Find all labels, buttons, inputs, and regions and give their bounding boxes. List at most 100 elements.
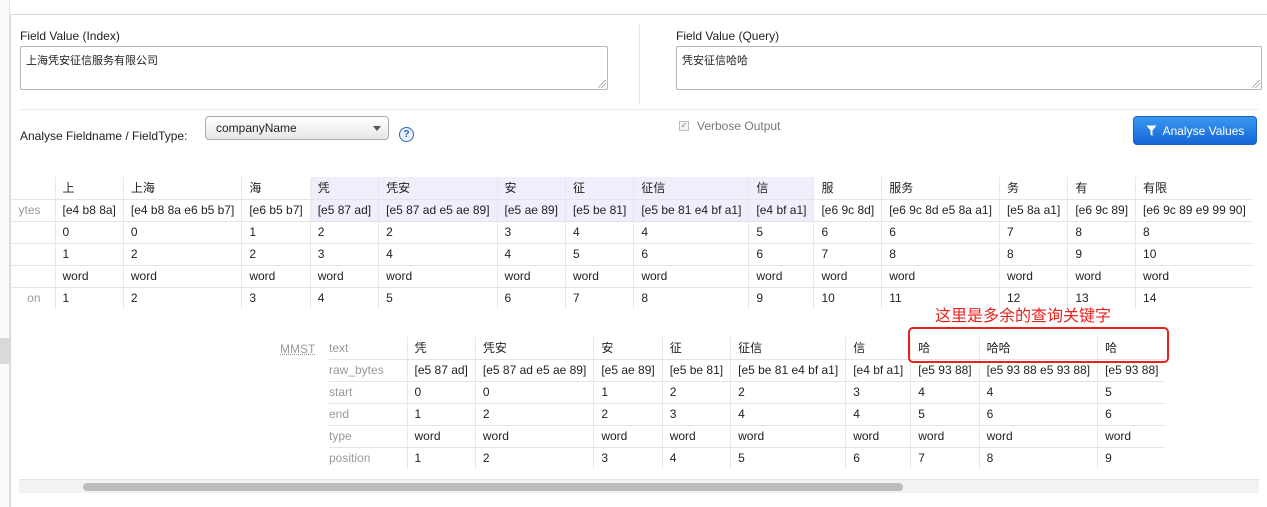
scrollbar-thumb[interactable] [83, 483, 903, 491]
query-cell-position: 4 [661, 447, 731, 469]
help-icon[interactable]: ? [399, 127, 414, 142]
verbose-checkbox[interactable]: ✓ [679, 121, 689, 131]
index-cell-start: 1 [241, 221, 311, 244]
index-cell-raw-bytes: [e4 b8 8a] [54, 199, 124, 222]
index-field-label: Field Value (Index) [20, 29, 120, 43]
column-divider [639, 25, 640, 105]
index-cell-start: 0 [54, 221, 124, 244]
index-cell-text: 海 [241, 177, 311, 200]
query-cell-raw-bytes: [e4 bf a1] [845, 359, 911, 382]
index-cell-position: 14 [1135, 287, 1253, 309]
index-cell-position: 1 [54, 287, 124, 309]
index-row-label [11, 265, 55, 288]
query-cell-text: 信 [845, 337, 911, 360]
index-cell-type: word [122, 265, 242, 288]
fieldtype-select[interactable]: companyName [205, 116, 389, 140]
index-cell-end: 3 [309, 243, 379, 266]
query-field-label: Field Value (Query) [676, 29, 780, 43]
index-row-label [11, 177, 55, 200]
index-row-end: 1 2 2 3 4 4 5 6 6 7 8 8 9 10 [11, 243, 1253, 266]
index-row-label: on [27, 291, 41, 306]
index-cell-text: 有 [1067, 177, 1136, 200]
index-cell-raw-bytes: [e5 be 81] [564, 199, 634, 222]
query-cell-position: 9 [1097, 447, 1166, 469]
query-cell-end: 2 [593, 403, 663, 426]
query-analyzer-name[interactable]: MMST [280, 342, 315, 356]
query-row-position: position 1 2 3 4 5 6 7 8 9 [329, 447, 1166, 469]
index-cell-end: 8 [881, 243, 1000, 266]
section-divider [19, 109, 1259, 110]
index-cell-raw-bytes: [e5 87 ad e5 ae 89] [378, 199, 498, 222]
fieldtype-selected-value: companyName [216, 121, 297, 135]
index-cell-start: 6 [813, 221, 882, 244]
query-cell-type: word [406, 425, 476, 448]
query-row-label: text [329, 337, 407, 360]
chevron-down-icon [373, 126, 381, 131]
query-cell-type: word [910, 425, 980, 448]
index-cell-raw-bytes: [e5 8a a1] [998, 199, 1068, 222]
query-cell-start: 0 [474, 381, 594, 404]
query-row-label: start [329, 381, 407, 404]
verbose-output-label: Verbose Output [697, 119, 781, 133]
index-cell-position: 8 [633, 287, 749, 309]
index-cell-text: 凭 [309, 177, 379, 200]
index-cell-position: 10 [813, 287, 882, 309]
query-value-textarea[interactable]: 凭安征信哈哈 [676, 46, 1262, 90]
query-cell-position: 8 [978, 447, 1098, 469]
index-cell-end: 4 [378, 243, 498, 266]
index-value-textarea[interactable]: 上海凭安征信服务有限公司 [20, 46, 608, 90]
index-cell-position: 4 [309, 287, 379, 309]
index-cell-text: 务 [998, 177, 1068, 200]
resize-handle-icon[interactable] [598, 80, 606, 88]
index-cell-position: 6 [496, 287, 566, 309]
index-cell-raw-bytes: [e6 9c 89] [1067, 199, 1136, 222]
index-cell-start: 6 [881, 221, 1000, 244]
index-value-text: 上海凭安征信服务有限公司 [26, 55, 158, 67]
analyse-values-label: Analyse Values [1162, 123, 1245, 138]
analyse-fieldname-label: Analyse Fieldname / FieldType: [20, 129, 188, 143]
index-cell-type: word [309, 265, 379, 288]
verbose-output-toggle[interactable]: ✓ Verbose Output [679, 119, 780, 133]
analyse-values-button[interactable]: Analyse Values [1133, 116, 1257, 145]
index-cell-text: 征 [564, 177, 634, 200]
filter-icon [1146, 125, 1157, 136]
index-cell-start: 2 [378, 221, 498, 244]
query-cell-text: 凭安 [474, 337, 594, 360]
query-cell-position: 6 [845, 447, 911, 469]
query-cell-end: 6 [978, 403, 1098, 426]
query-cell-position: 7 [910, 447, 980, 469]
index-cell-end: 2 [122, 243, 242, 266]
index-cell-type: word [881, 265, 1000, 288]
index-analysis-table: 上上海海凭凭安安征征信信服服务务有有限 ytes [e4 b8 8a] [e4 b8 … [11, 177, 1253, 309]
index-cell-end: 9 [1067, 243, 1136, 266]
query-row-label: position [329, 451, 371, 466]
resize-handle-icon[interactable] [1252, 80, 1260, 88]
query-cell-raw-bytes: [e5 87 ad] [406, 359, 476, 382]
index-cell-end: 7 [813, 243, 882, 266]
query-cell-start: 4 [978, 381, 1098, 404]
index-cell-text: 上海 [122, 177, 242, 200]
query-row-start: start 0 0 1 2 2 3 4 4 5 [329, 381, 1166, 404]
index-row-start: 00122344566788 [11, 221, 1253, 244]
index-row-text: 上上海海凭凭安安征征信信服服务务有有限 [11, 177, 1253, 200]
index-cell-end: 6 [633, 243, 749, 266]
index-cell-end: 4 [496, 243, 566, 266]
index-cell-raw-bytes: [e5 be 81 e4 bf a1] [633, 199, 749, 222]
index-cell-start: 5 [748, 221, 814, 244]
index-cell-type: word [633, 265, 749, 288]
query-row-end: end 1 2 2 3 4 4 5 6 6 [329, 403, 1166, 426]
query-cell-start: 2 [661, 381, 731, 404]
index-cell-position: 5 [378, 287, 498, 309]
index-cell-type: word [378, 265, 498, 288]
index-cell-type: word [998, 265, 1068, 288]
horizontal-scrollbar[interactable] [19, 479, 1259, 493]
index-cell-type: word [1067, 265, 1136, 288]
query-cell-position: 5 [730, 447, 846, 469]
index-cell-end: 2 [241, 243, 311, 266]
index-cell-type: word [748, 265, 814, 288]
index-cell-position: 9 [748, 287, 814, 309]
index-cell-text: 信 [748, 177, 814, 200]
index-cell-start: 4 [564, 221, 634, 244]
index-cell-type: word [54, 265, 124, 288]
query-cell-end: 2 [474, 403, 594, 426]
